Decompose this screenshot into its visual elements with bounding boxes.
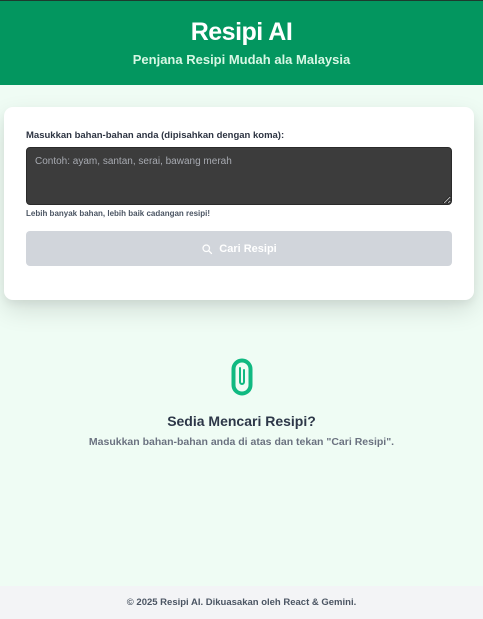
ingredients-input[interactable] [26, 147, 452, 205]
ingredients-label: Masukkan bahan-bahan anda (dipisahkan de… [26, 130, 285, 141]
search-recipe-button[interactable]: Cari Resipi [26, 231, 452, 266]
helper-text: Lebih banyak bahan, lebih baik cadangan … [26, 209, 211, 218]
empty-state-text: Masukkan bahan-bahan anda di atas dan te… [88, 436, 395, 448]
search-card: Masukkan bahan-bahan anda (dipisahkan de… [4, 107, 474, 300]
app-footer: © 2025 Resipi AI. Dikuasakan oleh React … [0, 586, 483, 619]
empty-state: Sedia Mencari Resipi? Masukkan bahan-bah… [0, 358, 483, 448]
app-header: Resipi AI Penjana Resipi Mudah ala Malay… [0, 0, 483, 85]
app-title: Resipi AI [190, 18, 293, 46]
empty-state-title: Sedia Mencari Resipi? [167, 413, 316, 429]
search-icon [202, 243, 213, 254]
footer-text: © 2025 Resipi AI. Dikuasakan oleh React … [126, 597, 357, 608]
app-subtitle: Penjana Resipi Mudah ala Malaysia [132, 52, 351, 67]
paperclip-icon [231, 358, 252, 396]
search-button-label: Cari Resipi [219, 242, 277, 255]
